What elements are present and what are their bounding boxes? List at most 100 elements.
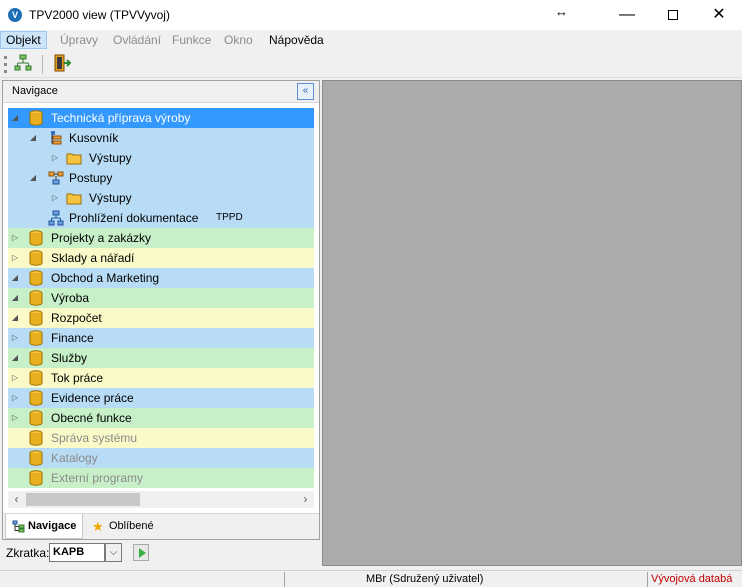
database-icon [29, 330, 43, 346]
scrollbar-thumb[interactable] [26, 493, 140, 506]
collapsed-arrow-icon[interactable]: ▷ [10, 248, 20, 268]
menu-funkce[interactable]: Funkce [167, 31, 216, 49]
tree-item-label: Prohlížení dokumentace [69, 211, 199, 225]
tree-item-label: Katalogy [51, 451, 98, 465]
expanded-arrow-icon[interactable]: ◢ [10, 348, 20, 368]
go-play-button[interactable] [133, 544, 149, 561]
menu-objekt[interactable]: Objekt [0, 31, 47, 49]
collapsed-arrow-icon[interactable]: ▷ [50, 188, 60, 208]
bill-of-materials-icon [51, 131, 62, 145]
close-button[interactable]: ✕ [696, 0, 742, 30]
tree-item-rozpocet[interactable]: ◢ Rozpočet [8, 308, 314, 328]
tree-item-label: Obchod a Marketing [51, 271, 160, 285]
tab-label: Oblíbené [109, 520, 154, 532]
folder-icon [66, 193, 82, 205]
collapsed-arrow-icon[interactable]: ▷ [10, 368, 20, 388]
database-icon [29, 310, 43, 326]
database-icon [29, 250, 43, 266]
navigation-tree-icon [12, 520, 25, 533]
expanded-arrow-icon[interactable]: ◢ [10, 108, 20, 128]
menu-okno[interactable]: Okno [219, 31, 258, 49]
expanded-arrow-icon[interactable]: ◢ [28, 128, 38, 148]
tree-item-katalogy: Katalogy [8, 448, 314, 468]
collapsed-arrow-icon[interactable]: ▷ [10, 328, 20, 348]
expanded-arrow-icon[interactable]: ◢ [10, 268, 20, 288]
collapse-panel-button[interactable]: « [297, 83, 314, 100]
database-icon [29, 230, 43, 246]
toolbar-grip[interactable] [4, 56, 7, 73]
tree-item-sprava-systemu: Správa systému [8, 428, 314, 448]
tree-item-label: Finance [51, 331, 94, 345]
tree-item-sluzby[interactable]: ◢ Služby [8, 348, 314, 368]
expanded-arrow-icon[interactable]: ◢ [10, 308, 20, 328]
database-icon [29, 410, 43, 426]
tree-item-vystupy[interactable]: ▷ Výstupy [8, 148, 314, 168]
tab-label: Navigace [28, 520, 77, 532]
navigation-panel: Navigace « ◢ Technická příprava výroby ◢… [2, 80, 320, 540]
collapsed-arrow-icon[interactable]: ▷ [10, 228, 20, 248]
tree-item-obchod-a-marketing[interactable]: ◢ Obchod a Marketing [8, 268, 314, 288]
status-user: MBr (Sdružený uživatel) [366, 573, 484, 585]
document-tree-icon [48, 210, 64, 226]
tree-item-label: Projekty a zakázky [51, 231, 152, 245]
toolbar-separator [42, 55, 43, 74]
database-icon [29, 370, 43, 386]
tab-oblibene[interactable]: ★ Oblíbené [87, 514, 162, 539]
expanded-arrow-icon[interactable]: ◢ [10, 288, 20, 308]
tree-item-sklady-a-naradi[interactable]: ▷ Sklady a nářadí [8, 248, 314, 268]
scroll-right-icon[interactable]: › [297, 491, 314, 508]
tree-item-label: Rozpočet [51, 311, 102, 325]
tree-item-label: Výstupy [89, 191, 132, 205]
tree-item-label: Výstupy [89, 151, 132, 165]
minimize-button[interactable]: — [604, 0, 650, 30]
scroll-left-icon[interactable]: ‹ [8, 491, 25, 508]
resize-arrows-icon: ↔ [555, 4, 568, 19]
database-icon [29, 350, 43, 366]
shortcut-input[interactable]: KAPB [49, 543, 105, 562]
tree-item-externi-programy: Externí programy [8, 468, 314, 488]
tree-item-evidence-prace[interactable]: ▷ Evidence práce [8, 388, 314, 408]
collapsed-arrow-icon[interactable]: ▷ [10, 388, 20, 408]
menu-bar: Objekt Úpravy Ovládání Funkce Okno Nápov… [0, 30, 742, 50]
tree-item-prohlizeni-dokumentace[interactable]: Prohlížení dokumentace TPPD [8, 208, 314, 228]
tree-item-postupy[interactable]: ◢ Postupy [8, 168, 314, 188]
tree-item-label: Tok práce [51, 371, 104, 385]
tree-item-projekty-a-zakazky[interactable]: ▷ Projekty a zakázky [8, 228, 314, 248]
menu-napoveda[interactable]: Nápověda [264, 31, 329, 49]
tree-item-tok-prace[interactable]: ▷ Tok práce [8, 368, 314, 388]
tree-item-label: Obecné funkce [51, 411, 132, 425]
menu-ovladani[interactable]: Ovládání [108, 31, 166, 49]
tree-item-badge: TPPD [216, 212, 243, 223]
status-separator [284, 572, 285, 587]
status-bar: MBr (Sdružený uživatel) Vývojová databá [0, 570, 742, 587]
database-icon [29, 290, 43, 306]
tree-item-vystupy[interactable]: ▷ Výstupy [8, 188, 314, 208]
tree-item-technicka-priprava-vyroby[interactable]: ◢ Technická příprava výroby [8, 108, 314, 128]
hierarchy-icon[interactable] [12, 54, 34, 75]
status-database: Vývojová databá [651, 573, 733, 585]
tree-item-label: Postupy [69, 171, 113, 185]
tree-item-kusovnik[interactable]: ◢ Kusovník [8, 128, 314, 148]
horizontal-scrollbar[interactable]: ‹ › [8, 491, 314, 508]
tree-item-finance[interactable]: ▷ Finance [8, 328, 314, 348]
navigation-tabs: Navigace ★ Oblíbené [3, 513, 319, 539]
expanded-arrow-icon[interactable]: ◢ [28, 168, 38, 188]
navigation-title: Navigace [12, 85, 58, 97]
shortcut-label: Zkratka: [6, 546, 50, 560]
database-icon [29, 470, 43, 486]
maximize-button[interactable] [650, 0, 696, 30]
window-title: TPV2000 view (TPVVyvoj) [29, 8, 170, 22]
tab-navigace[interactable]: Navigace [5, 514, 83, 539]
tree-item-vyroba[interactable]: ◢ Výroba [8, 288, 314, 308]
navigation-tree: ◢ Technická příprava výroby ◢ Kusovník ▷… [8, 108, 314, 488]
exit-door-icon[interactable] [51, 54, 73, 75]
tree-item-label: Evidence práce [51, 391, 134, 405]
collapsed-arrow-icon[interactable]: ▷ [10, 408, 20, 428]
menu-upravy[interactable]: Úpravy [55, 31, 103, 49]
tree-item-label: Technická příprava výroby [51, 111, 191, 125]
chevron-down-icon[interactable]: ⌵ [105, 543, 122, 562]
folder-icon [66, 153, 82, 165]
collapsed-arrow-icon[interactable]: ▷ [50, 148, 60, 168]
tree-item-obecne-funkce[interactable]: ▷ Obecné funkce [8, 408, 314, 428]
title-bar: V TPV2000 view (TPVVyvoj) ↔ — ✕ [0, 0, 742, 30]
